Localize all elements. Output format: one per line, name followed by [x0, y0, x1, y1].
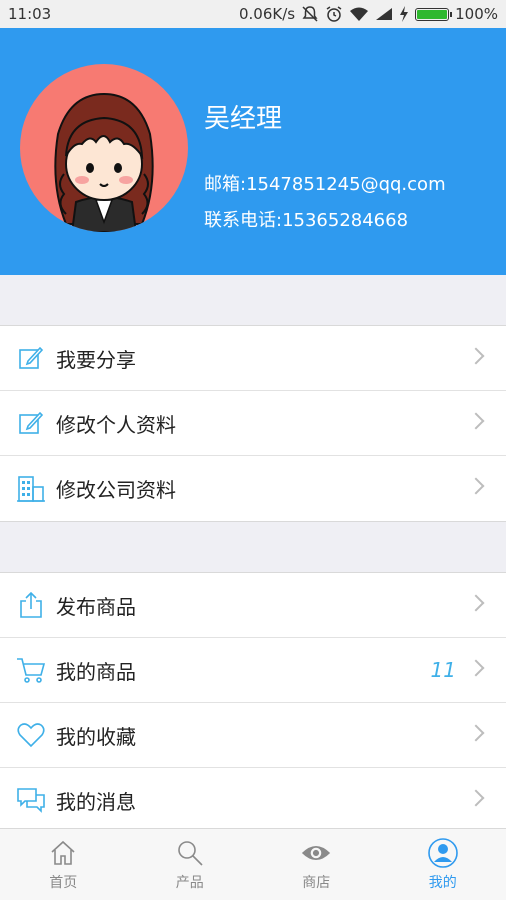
- menu-group-products: 发布商品 我的商品 11 我的收藏 我的消息: [0, 572, 506, 834]
- chevron-right-icon: [467, 594, 485, 612]
- edit-icon: [16, 343, 46, 373]
- battery-icon: [415, 7, 453, 21]
- signal-icon: [375, 7, 393, 21]
- chevron-right-icon: [467, 724, 485, 742]
- status-indicators: 0.06K/s 100%: [239, 5, 498, 23]
- upload-icon: [16, 590, 46, 620]
- building-icon: [16, 474, 46, 504]
- nav-label: 商店: [302, 874, 331, 891]
- menu-item-label: 修改公司资料: [56, 478, 176, 502]
- avatar[interactable]: [20, 64, 188, 232]
- nav-products[interactable]: 产品: [127, 829, 254, 900]
- menu-item-label: 我的商品: [56, 659, 136, 684]
- message-icon: [16, 786, 46, 816]
- chevron-right-icon: [467, 412, 485, 430]
- wifi-icon: [349, 6, 369, 22]
- user-phone: 联系电话:15365284668: [204, 210, 409, 231]
- menu-item-edit-profile[interactable]: 修改个人资料: [0, 391, 506, 456]
- status-bar: 11:03 0.06K/s 100%: [0, 0, 506, 28]
- menu-item-label: 修改个人资料: [56, 412, 176, 437]
- profile-header: 吴经理 邮箱:1547851245@qq.com 联系电话:1536528466…: [0, 28, 506, 275]
- user-name: 吴经理: [204, 104, 283, 134]
- menu-item-label: 发布商品: [56, 594, 136, 619]
- eye-icon: [301, 838, 331, 868]
- nav-home[interactable]: 首页: [0, 829, 127, 900]
- chevron-right-icon: [467, 477, 485, 495]
- menu-item-favorites[interactable]: 我的收藏: [0, 703, 506, 768]
- product-count-badge: 11: [430, 658, 456, 682]
- network-speed: 0.06K/s: [239, 5, 296, 23]
- chevron-right-icon: [467, 347, 485, 365]
- nav-store[interactable]: 商店: [253, 829, 380, 900]
- alarm-icon: [325, 5, 343, 23]
- menu-item-messages[interactable]: 我的消息: [0, 768, 506, 833]
- edit-icon: [16, 408, 46, 438]
- status-time: 11:03: [8, 5, 52, 23]
- nav-label: 我的: [428, 874, 457, 891]
- battery-percent: 100%: [455, 5, 498, 23]
- home-icon: [48, 838, 78, 868]
- chevron-right-icon: [467, 659, 485, 677]
- charging-icon: [399, 6, 409, 22]
- nav-label: 首页: [49, 874, 78, 891]
- menu-item-publish-product[interactable]: 发布商品: [0, 573, 506, 638]
- menu-item-label: 我的消息: [56, 790, 136, 814]
- cartoon-girl-avatar-image: [54, 92, 154, 232]
- menu-item-label: 我的收藏: [56, 724, 136, 749]
- menu-item-my-products[interactable]: 我的商品 11: [0, 638, 506, 703]
- profile-icon: [427, 837, 458, 868]
- menu-item-label: 我要分享: [56, 347, 136, 372]
- search-icon: [175, 838, 205, 868]
- menu-group-account: 我要分享 修改个人资料 修改公司资料: [0, 325, 506, 522]
- bottom-nav: 首页 产品 商店 我的: [0, 828, 506, 900]
- mute-icon: [301, 5, 319, 23]
- menu-item-share[interactable]: 我要分享: [0, 326, 506, 391]
- nav-mine[interactable]: 我的: [380, 829, 506, 900]
- cart-icon: [16, 655, 46, 685]
- nav-label: 产品: [175, 874, 204, 891]
- user-email: 邮箱:1547851245@qq.com: [204, 174, 446, 195]
- heart-icon: [16, 720, 46, 750]
- menu-item-edit-company[interactable]: 修改公司资料: [0, 456, 506, 521]
- battery-level-fill: [417, 9, 448, 19]
- chevron-right-icon: [467, 789, 485, 807]
